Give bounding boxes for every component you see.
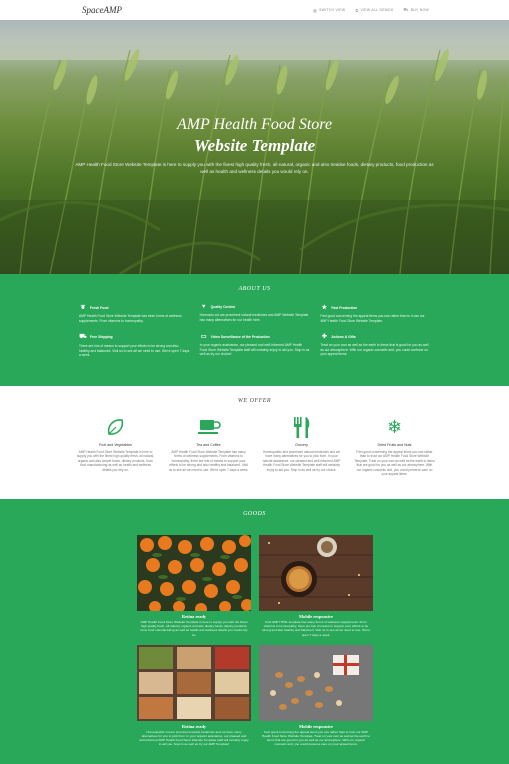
cutlery-icon [261, 414, 342, 440]
offer-title: WE OFFER [237, 398, 272, 404]
goods-list: Retina ready AMP Health Food Store Websi… [137, 535, 373, 747]
link-icon: ⧉ [355, 7, 359, 13]
feature-title: Quality Control [210, 305, 236, 309]
offer-name: Grocery [295, 443, 308, 447]
nav-label: BUY NOW [410, 8, 429, 12]
market-photo [137, 644, 251, 721]
good-name: Retina ready [181, 723, 207, 729]
good-card[interactable]: Mobile responsive Find AMP HTML template… [259, 535, 373, 637]
truck-icon: ⛟ [79, 334, 87, 341]
offer-text: Feel good concerning the appeal items yo… [354, 450, 435, 477]
nav-label: VIEW ALL DEMOS [360, 8, 394, 12]
hero-description: AMP Health Food Store Website Template i… [75, 162, 434, 174]
monitor-icon: ▭ [200, 334, 207, 341]
feature-item: ❦ Fresh Food AMP Health Food Store Websit… [79, 304, 190, 323]
about-section: ABOUT US ❦ Fresh Food AMP Health Food Sto… [0, 274, 509, 386]
offer-item: Grocery Homeopathic and prominent natura… [261, 414, 342, 476]
feature-text: Treat on your own as well as the earth t… [320, 343, 429, 357]
hero-title-line1: AMP Health Food Store [176, 116, 333, 133]
offer-item: Tea and Coffee AMP Health Food Store Web… [168, 414, 249, 476]
nuts-photo [259, 644, 373, 721]
tea-photo [259, 535, 373, 611]
site-logo[interactable]: SpaceAMP [82, 5, 122, 15]
good-text: Find AMP HTML template has many forms of… [262, 620, 370, 637]
feature-title: Actions & Gifts [331, 334, 356, 339]
goods-title: GOODS [243, 511, 266, 517]
feature-title: Fast Production [331, 305, 358, 310]
cup-icon [168, 414, 249, 440]
offer-name: Fruit and Vegetables [99, 443, 132, 447]
offer-section: WE OFFER Fruit and Vegetables AMP Health… [0, 386, 509, 499]
hero-content: AMP Health Food Store Website Template A… [0, 115, 509, 175]
snowflake-icon: ❄ [386, 416, 403, 437]
feature-item: ✚ Actions & Gifts Treat on your own as we… [320, 333, 431, 358]
leaf-icon: ❦ [80, 305, 86, 311]
feature-text: Feel good concerning the appeal items yo… [320, 314, 425, 323]
grid-icon: ▦ [312, 7, 318, 13]
goods-section: GOODS Retina ready AMP Health Food Store… [0, 499, 509, 764]
lemon-icon [75, 414, 156, 440]
offer-text: Homeopathic and prominent natural medici… [262, 450, 341, 472]
nav-label: SWITCH VIEW [319, 8, 346, 12]
offer-name: Dried Fruits and Nuts [377, 443, 412, 447]
cart-icon: ⛟ [403, 7, 409, 12]
feature-text: There are lots of means to support your … [79, 344, 190, 358]
site-header: SpaceAMP ▦ SWITCH VIEW ⧉ VIEW ALL DEMOS … [0, 0, 509, 20]
nav-view-all-demos[interactable]: ⧉ VIEW ALL DEMOS [355, 7, 393, 13]
nav-buy-now[interactable]: ⛟ BUY NOW [403, 7, 429, 13]
offer-text: AMP Health Food Store Website Template i… [76, 450, 155, 472]
star-icon: ★ [321, 305, 328, 311]
top-nav: ▦ SWITCH VIEW ⧉ VIEW ALL DEMOS ⛟ BUY NOW [313, 7, 429, 13]
feature-item: ♥ Quality Control Harmonic cut are promin… [200, 304, 311, 323]
feature-text: In your organic assistance, our pleased … [199, 343, 310, 357]
good-name: Retina ready [181, 614, 207, 619]
offer-item: ❄ Dried Fruits and Nuts Feel good concer… [354, 414, 435, 477]
offer-item: Fruit and Vegetables AMP Health Food Sto… [75, 414, 156, 476]
feature-text: Harmonic cut are prominent natural medic… [199, 313, 309, 322]
gift-icon: ✚ [321, 334, 327, 341]
feature-item: ⛟ Free Shipping There are lots of means t… [79, 333, 190, 358]
feature-title: Fresh Food [90, 305, 109, 310]
good-text: Feel good concerning the appeal items yo… [262, 729, 370, 747]
good-text: Homeopathic cut are prominent natural me… [139, 729, 249, 747]
offer-list: Fruit and Vegetables AMP Health Food Sto… [75, 414, 435, 477]
nav-switch-view[interactable]: ▦ SWITCH VIEW [313, 7, 345, 13]
oranges-photo [137, 535, 251, 611]
offer-text: AMP Health Food Store Website Template h… [168, 450, 249, 472]
offer-name: Tea and Coffee [196, 443, 221, 447]
hero-title-line2: Website Template [193, 136, 316, 155]
good-card[interactable]: Retina ready AMP Health Food Store Websi… [137, 535, 251, 637]
heart-icon: ♥ [201, 304, 206, 310]
good-name: Mobile responsive [299, 614, 333, 619]
feature-item: ★ Fast Production Feel good concerning th… [320, 304, 431, 323]
good-text: AMP Health Food Store Website Template i… [140, 620, 248, 637]
feature-text: AMP Health Food Store Website Template h… [79, 314, 182, 323]
feature-item: ▭ Video Surveillance of the Production In… [200, 333, 311, 358]
hero-banner: AMP Health Food Store Website Template A… [0, 20, 509, 274]
feature-title: Video Surveillance of the Production [210, 334, 270, 339]
about-title: ABOUT US [238, 286, 271, 292]
feature-title: Free Shipping [90, 335, 113, 340]
good-card[interactable]: Retina ready Homeopathic cut are promine… [137, 644, 251, 747]
about-features: ❦ Fresh Food AMP Health Food Store Websit… [79, 304, 431, 358]
good-card[interactable]: Mobile responsive Feel good concerning t… [259, 644, 373, 747]
good-name: Mobile responsive [299, 723, 333, 729]
